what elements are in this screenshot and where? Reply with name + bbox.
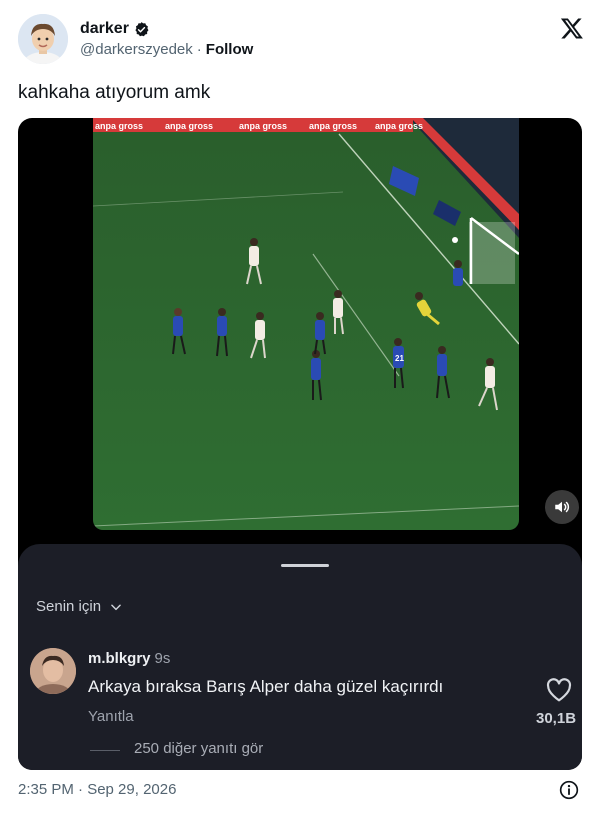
comment-text: Arkaya bıraksa Barış Alper daha güzel ka…	[88, 677, 444, 696]
replies-divider	[90, 750, 120, 751]
board-ad: anpa gross	[95, 121, 143, 131]
board-ad: anpa gross	[309, 121, 357, 131]
commenter-username-row: m.blkgry 9s	[88, 650, 170, 667]
tweet-timestamp[interactable]: 2:35 PM · Sep 29, 2026	[18, 781, 176, 798]
author-display-name[interactable]: darker	[80, 20, 129, 38]
reply-button[interactable]: Yanıtla	[88, 708, 134, 725]
commenter-avatar[interactable]	[30, 648, 76, 694]
commenter-username[interactable]: m.blkgry	[88, 650, 151, 667]
comment-filter-dropdown[interactable]: Senin için	[36, 598, 123, 615]
view-more-replies-link[interactable]: 250 diğer yanıtı gör	[134, 740, 263, 757]
tweet-text: kahkaha atıyorum amk	[18, 82, 211, 103]
info-icon[interactable]	[559, 780, 579, 800]
handle-separator: ·	[196, 41, 202, 58]
match-scene: anpa gross anpa gross anpa gross anpa gr…	[93, 118, 519, 530]
verified-badge-icon	[135, 21, 149, 36]
tweet-header: darker @darkerszyedek · Follow	[18, 14, 584, 66]
tweet-media[interactable]: anpa gross anpa gross anpa gross anpa gr…	[18, 118, 582, 770]
speaker-icon	[555, 501, 570, 513]
filter-label: Senin için	[36, 598, 102, 615]
sound-toggle-button[interactable]	[545, 490, 579, 524]
chevron-down-icon	[111, 604, 121, 610]
comment-time: 9s	[154, 650, 171, 667]
football-video-frame[interactable]: anpa gross anpa gross anpa gross anpa gr…	[93, 118, 519, 530]
board-ad: anpa gross	[165, 121, 213, 131]
author-info: darker @darkerszyedek · Follow	[80, 20, 253, 58]
heart-icon[interactable]	[546, 678, 572, 702]
x-logo-icon[interactable]	[560, 16, 584, 40]
comments-sheet: Senin için m.blkgry 9s Arkaya bıraksa Bar…	[18, 544, 582, 770]
follow-button[interactable]: Follow	[206, 41, 254, 58]
like-count: 30,1B	[536, 710, 577, 727]
board-ad: anpa gross	[375, 121, 423, 131]
author-avatar[interactable]	[18, 14, 68, 64]
sheet-drag-handle[interactable]	[281, 564, 329, 567]
board-ad: anpa gross	[239, 121, 287, 131]
author-handle[interactable]: @darkerszyedek	[80, 41, 193, 58]
player-number: 21	[395, 354, 404, 363]
